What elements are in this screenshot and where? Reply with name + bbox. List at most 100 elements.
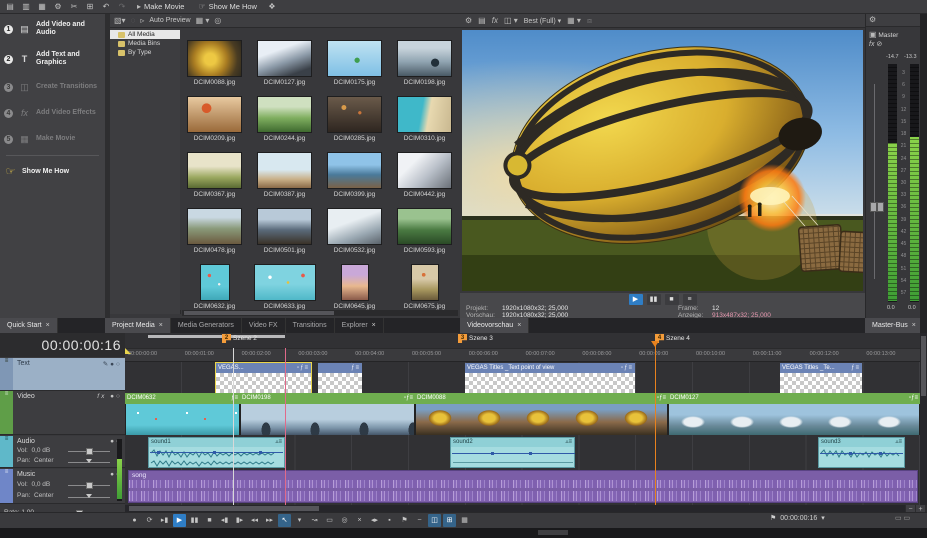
close-icon[interactable]: ×	[159, 322, 163, 329]
project-properties-icon[interactable]: ⚙	[52, 1, 64, 13]
track-grip[interactable]: ≡	[0, 391, 13, 434]
media-file[interactable]: DCIM0632.jpg	[180, 254, 249, 310]
go-to-end[interactable]: ▸▸	[263, 514, 276, 527]
tab-transitions[interactable]: Transitions	[286, 318, 335, 333]
auto-ripple[interactable]: ◫	[428, 514, 441, 527]
scrollbar-handle[interactable]	[129, 506, 319, 511]
quickstart-add-video-effects[interactable]: 4 fx Add Video Effects	[0, 100, 105, 126]
scrollbar-handle[interactable]	[184, 311, 334, 315]
volume-slider-handle[interactable]	[86, 482, 93, 489]
master-fader-left[interactable]	[870, 202, 877, 212]
media-file[interactable]: DCIM0675.jpg	[390, 254, 459, 310]
volume-envelope[interactable]	[452, 453, 575, 454]
loop-range-icon[interactable]: ▭ ▭	[895, 514, 910, 522]
lock-icon[interactable]: ▪	[383, 514, 396, 527]
tab-explorer[interactable]: Explorer×	[335, 318, 384, 333]
auto-preview-button[interactable]: Auto Preview	[149, 17, 190, 24]
mute-icon[interactable]: ⊘	[876, 41, 882, 48]
marker-szene-4[interactable]: 4Szene 4	[655, 334, 690, 343]
pan-slider-handle[interactable]	[86, 459, 92, 463]
track-grip[interactable]: ≡	[0, 436, 13, 467]
redo-icon[interactable]: ↷	[116, 1, 128, 13]
preview-stop-button[interactable]: ■	[665, 294, 679, 305]
media-file[interactable]: DCIM0532.jpg	[320, 198, 389, 254]
media-file[interactable]: DCIM0244.jpg	[250, 86, 319, 142]
clip-header-icons[interactable]: ▫ƒ≡	[621, 363, 633, 373]
video-fx-icon[interactable]: fx	[492, 15, 498, 27]
media-file[interactable]: DCIM0633.jpg	[250, 254, 319, 310]
pan-slider-handle[interactable]	[86, 494, 92, 498]
new-project-icon[interactable]: ▤	[4, 1, 16, 13]
track-grip[interactable]: ≡	[0, 469, 13, 503]
clip-header-icons[interactable]: ▵≡	[275, 438, 282, 447]
open-project-icon[interactable]: ▥	[20, 1, 32, 13]
media-file[interactable]: DCIM0645.jpg	[320, 254, 389, 310]
track-icons[interactable]: fx ●○	[97, 393, 122, 400]
audio-clip[interactable]: sound2▵≡	[450, 437, 575, 468]
playhead[interactable]	[655, 341, 656, 505]
previous-frame[interactable]: ◂▮	[218, 514, 231, 527]
snap-toggle[interactable]: ⊞	[443, 514, 456, 527]
cut-icon[interactable]: ✂	[68, 1, 80, 13]
media-file[interactable]: DCIM0175.jpg	[320, 30, 389, 86]
play-from-start[interactable]: ▸▮	[158, 514, 171, 527]
save-project-icon[interactable]: ▦	[36, 1, 48, 13]
clip-header-icons[interactable]: ▫ƒ≡	[297, 363, 309, 373]
envelope-point[interactable]	[879, 452, 882, 455]
text-clip[interactable]: VEGAS...▫ƒ≡	[215, 362, 312, 394]
media-file[interactable]: DCIM0198.jpg	[390, 30, 459, 86]
clip-header-icons[interactable]: ▵≡	[895, 438, 902, 447]
tree-item-all-media[interactable]: All Media	[110, 30, 180, 39]
volume-envelope[interactable]	[150, 452, 283, 453]
edit-cursor[interactable]	[233, 348, 234, 505]
tool-dropdown[interactable]: ▾	[293, 514, 306, 527]
timeline-vertical-scrollbar[interactable]	[920, 333, 927, 505]
video-clip[interactable]: DCIM0198▫ƒ≡	[240, 393, 415, 435]
quickstart-add-video-audio[interactable]: 1 ▤ Add Video and Audio	[0, 14, 105, 44]
interactive-tutorials-icon[interactable]: ❖	[266, 1, 278, 13]
video-track-lane[interactable]: DCIM0632ƒ≡ DCIM0198▫ƒ≡ DCIM0088▫ƒ≡ DCIM0…	[125, 393, 920, 436]
audio-track-lane[interactable]: sound1▵≡ sound2▵≡ sound3▵≡	[125, 437, 920, 468]
master-fader-right[interactable]	[877, 202, 884, 212]
envelope-point[interactable]	[213, 451, 216, 454]
envelope-point[interactable]	[529, 452, 532, 455]
close-icon[interactable]: ×	[46, 322, 50, 329]
media-file[interactable]: DCIM0593.jpg	[390, 198, 459, 254]
preview-play-button[interactable]: ▶	[629, 294, 643, 305]
play[interactable]: ▶	[173, 514, 186, 527]
marker-flag[interactable]: 2	[222, 334, 231, 343]
project-properties-icon[interactable]: ⚙	[465, 15, 472, 27]
timeline-horizontal-scrollbar[interactable]	[125, 505, 905, 512]
marker-szene-3[interactable]: 3Szene 3	[458, 334, 493, 343]
media-file[interactable]: DCIM0399.jpg	[320, 142, 389, 198]
pause[interactable]: ▮▮	[188, 514, 201, 527]
audio-clip[interactable]: sound1▵≡	[148, 437, 285, 468]
volume-envelope[interactable]	[820, 453, 903, 454]
preview-play-icon[interactable]: ▹	[140, 15, 144, 27]
media-file[interactable]: DCIM0501.jpg	[250, 198, 319, 254]
undo-icon[interactable]: ↶	[100, 1, 112, 13]
loop-playback[interactable]: ⟳	[143, 514, 156, 527]
media-file[interactable]: DCIM0442.jpg	[390, 142, 459, 198]
snapshot-icon[interactable]: ▤	[478, 15, 486, 27]
detail-view[interactable]: ▦	[458, 514, 471, 527]
scrollbar-handle[interactable]	[921, 336, 926, 396]
audio-clip[interactable]: sound3▵≡	[818, 437, 905, 468]
music-track-header[interactable]: ≡ Music ●○ Vol: 0,0 dB Pan: Center	[0, 469, 125, 504]
media-file[interactable]: DCIM0285.jpg	[320, 86, 389, 142]
media-file[interactable]: DCIM0209.jpg	[180, 86, 249, 142]
tab-project-media[interactable]: Project Media×	[105, 318, 171, 333]
edit-tool[interactable]: ↖	[278, 514, 291, 527]
tree-item-by-type[interactable]: By Type	[110, 48, 180, 57]
audio-track-header[interactable]: ≡ Audio ●○ Vol: 0,0 dB Pan: Center	[0, 436, 125, 468]
tab-videovorschau[interactable]: Videovorschau×	[460, 318, 529, 333]
master-fader-track[interactable]	[874, 84, 875, 279]
close-icon[interactable]: ×	[912, 322, 916, 329]
quickstart-create-transitions[interactable]: 3 ◫ Create Transitions	[0, 74, 105, 100]
quickstart-show-me-how[interactable]: ☞ Show Me How	[0, 159, 105, 185]
text-track-header[interactable]: ≡ Text ✎●○	[0, 358, 125, 391]
clip-header-icons[interactable]: ▵≡	[565, 438, 572, 447]
bottom-scroll-handle[interactable]	[538, 530, 568, 535]
views-icon[interactable]: ▦ ▾	[196, 15, 210, 27]
record[interactable]: ●	[128, 514, 141, 527]
